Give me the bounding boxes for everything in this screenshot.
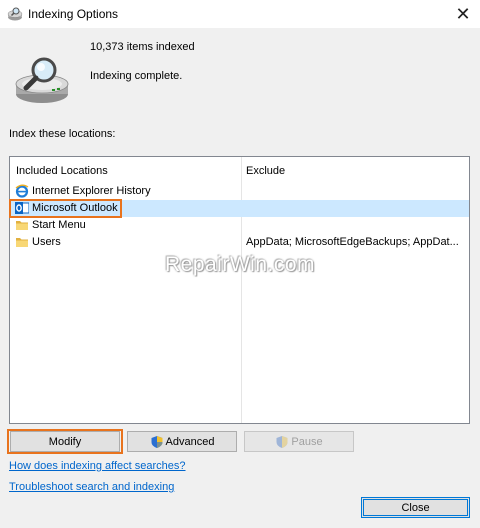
location-label: Start Menu (32, 219, 86, 231)
items-indexed-count: 10,373 items indexed (90, 41, 195, 53)
list-item-start-menu[interactable]: Start Menu (10, 217, 469, 234)
how-indexing-affects-searches-link[interactable]: How does indexing affect searches? (9, 460, 186, 472)
folder-icon (16, 221, 28, 230)
folder-icon (16, 238, 28, 247)
title-bar: Indexing Options ✕ (0, 0, 480, 28)
pause-button[interactable]: Pause (244, 431, 354, 452)
column-header-included-locations[interactable]: Included Locations (16, 165, 108, 177)
close-button[interactable]: Close (361, 497, 470, 518)
list-header: Included Locations Exclude (10, 157, 469, 183)
ie-icon (15, 184, 29, 198)
modify-button-label: Modify (48, 435, 82, 448)
indexing-drive-magnifier-icon (15, 57, 69, 103)
uac-shield-icon (151, 435, 163, 448)
watermark: RepairWin.com (164, 253, 316, 276)
list-item-internet-explorer-history[interactable]: Internet Explorer History (10, 183, 469, 200)
list-item-users[interactable]: Users AppData; MicrosoftEdgeBackups; App… (10, 234, 469, 251)
list-item-microsoft-outlook[interactable]: Microsoft Outlook (9, 199, 469, 218)
close-button-label: Close (401, 501, 430, 514)
window-close-button[interactable]: ✕ (446, 0, 480, 28)
advanced-button-label: Advanced (165, 435, 215, 448)
pause-button-label: Pause (291, 435, 323, 448)
indexing-status-text: Indexing complete. (90, 70, 183, 82)
location-label: Users (32, 236, 61, 248)
location-label: Microsoft Outlook (32, 202, 118, 214)
locations-list[interactable]: Included Locations Exclude Internet Expl… (9, 156, 470, 424)
window-title: Indexing Options (28, 7, 119, 21)
modify-button[interactable]: Modify (10, 431, 120, 452)
column-header-exclude[interactable]: Exclude (246, 165, 285, 177)
location-exclude: AppData; MicrosoftEdgeBackups; AppDat... (246, 236, 459, 248)
outlook-icon (15, 202, 29, 214)
index-locations-label: Index these locations: (9, 128, 116, 140)
troubleshoot-search-indexing-link[interactable]: Troubleshoot search and indexing (9, 481, 174, 493)
indexing-options-icon (7, 7, 23, 21)
uac-shield-icon (276, 435, 288, 448)
close-icon: ✕ (455, 3, 471, 25)
advanced-button[interactable]: Advanced (127, 431, 237, 452)
location-label: Internet Explorer History (32, 185, 151, 197)
